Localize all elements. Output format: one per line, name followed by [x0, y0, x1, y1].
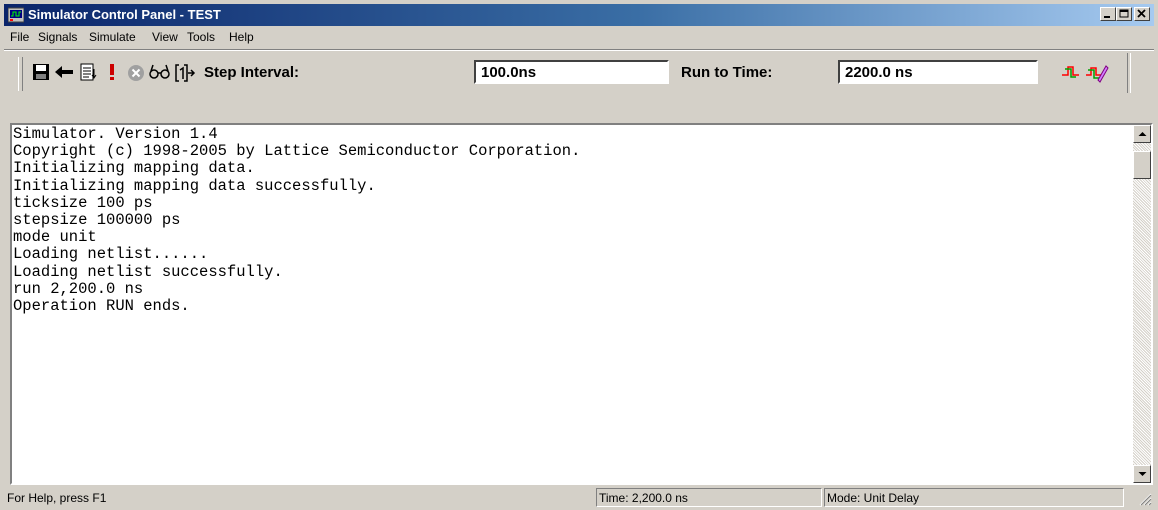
console-line: Operation RUN ends. [13, 297, 190, 316]
step-icon [175, 64, 196, 82]
status-time-text: Time: 2,200.0 ns [599, 491, 688, 505]
run-to-time-value: 2200.0 ns [845, 64, 913, 81]
status-help-text: For Help, press F1 [7, 491, 107, 505]
back-arrow-icon [55, 66, 73, 78]
back-button[interactable] [52, 57, 76, 85]
step-button[interactable] [172, 57, 196, 85]
close-button[interactable] [1134, 7, 1150, 21]
glasses-icon [149, 64, 170, 79]
minimize-button[interactable] [1100, 7, 1116, 21]
window-title: Simulator Control Panel - TEST [28, 7, 221, 22]
status-mode-pane: Mode: Unit Delay [824, 488, 1124, 507]
simulator-window: Simulator Control Panel - TEST File Sign… [0, 0, 1158, 510]
run-button[interactable] [102, 57, 126, 85]
menu-help[interactable]: Help [229, 30, 254, 44]
console-line: mode unit [13, 228, 97, 247]
chevron-down-icon [1138, 472, 1147, 476]
console-line: Initializing mapping data successfully. [13, 176, 376, 195]
console-text-area[interactable]: Simulator. Version 1.4 Copyright (c) 199… [12, 125, 1133, 483]
menu-file[interactable]: File [10, 30, 29, 44]
title-bar[interactable]: Simulator Control Panel - TEST [4, 4, 1154, 26]
status-help-pane: For Help, press F1 [4, 488, 594, 507]
scroll-down-button[interactable] [1133, 465, 1151, 483]
scroll-up-button[interactable] [1133, 125, 1151, 143]
list-icon [80, 63, 97, 81]
step-interval-label: Step Interval: [204, 64, 300, 81]
console-line: Initializing mapping data. [13, 159, 255, 178]
signal-edit-button[interactable] [1083, 57, 1109, 85]
run-to-time-field[interactable]: 2200.0 ns [838, 60, 1038, 84]
status-bar: For Help, press F1 Time: 2,200.0 ns Mode… [4, 486, 1154, 508]
toolbar-grip[interactable] [18, 57, 23, 91]
list-button[interactable] [78, 57, 102, 85]
stop-icon [128, 65, 144, 81]
console-line: Simulator. Version 1.4 [13, 125, 218, 143]
menu-simulate[interactable]: Simulate [89, 30, 136, 44]
chevron-up-icon [1138, 132, 1147, 136]
signal-edit-icon [1086, 65, 1109, 83]
console-line: stepsize 100000 ps [13, 211, 181, 230]
console-output[interactable]: Simulator. Version 1.4 Copyright (c) 199… [10, 123, 1153, 485]
menu-bar: File Signals Simulate View Tools Help [4, 27, 1154, 47]
vertical-scrollbar[interactable] [1133, 125, 1151, 483]
signal-red-button[interactable] [1059, 57, 1083, 85]
console-line: ticksize 100 ps [13, 193, 153, 212]
save-button[interactable] [30, 57, 54, 85]
save-icon [33, 64, 49, 80]
console-lines: Simulator. Version 1.4 Copyright (c) 199… [12, 125, 581, 316]
scroll-thumb[interactable] [1133, 151, 1151, 179]
menu-tools[interactable]: Tools [187, 30, 215, 44]
app-icon [8, 7, 24, 23]
toolbar-end-separator [1127, 53, 1131, 93]
toolbar: Step Interval: 100.0ns Run to Time: 2200… [4, 49, 1154, 123]
maximize-button[interactable] [1116, 7, 1132, 21]
toolbar-separator [4, 49, 1154, 51]
run-to-time-label: Run to Time: [681, 64, 773, 81]
step-interval-field[interactable]: 100.0ns [474, 60, 669, 84]
resize-grip-icon[interactable] [1138, 492, 1152, 506]
status-mode-text: Mode: Unit Delay [827, 491, 920, 505]
exclamation-icon [110, 64, 114, 80]
signal-red-icon [1062, 66, 1079, 78]
console-line: Copyright (c) 1998-2005 by Lattice Semic… [13, 142, 581, 161]
step-interval-value: 100.0ns [481, 64, 537, 81]
console-line: run 2,200.0 ns [13, 279, 144, 298]
status-time-pane: Time: 2,200.0 ns [596, 488, 822, 507]
menu-signals[interactable]: Signals [38, 30, 77, 44]
console-line: Loading netlist...... [13, 245, 209, 264]
close-icon [1137, 9, 1146, 18]
menu-view[interactable]: View [152, 30, 178, 44]
stop-button[interactable] [124, 57, 148, 85]
minimize-icon [1104, 16, 1110, 18]
watch-button[interactable] [147, 57, 171, 85]
maximize-icon [1119, 9, 1129, 18]
console-line: Loading netlist successfully. [13, 262, 283, 281]
